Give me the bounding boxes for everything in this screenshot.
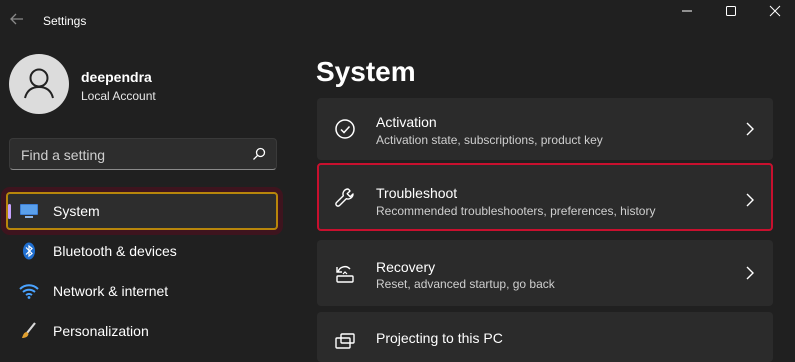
projector-icon	[335, 333, 355, 349]
back-button[interactable]	[9, 11, 25, 27]
recovery-icon	[336, 266, 354, 283]
chevron-right-icon	[746, 193, 754, 207]
sidebar-item-label: Network & internet	[53, 283, 169, 299]
sidebar-item-personalization[interactable]: Personalization	[6, 312, 278, 350]
arrow-left-icon	[10, 13, 23, 25]
close-button[interactable]	[755, 4, 795, 22]
avatar[interactable]	[9, 54, 69, 114]
chevron-right-icon	[746, 122, 754, 136]
wrench-icon	[335, 188, 354, 207]
chevron-right-icon	[746, 266, 754, 280]
search-placeholder: Find a setting	[21, 147, 106, 163]
recovery-card[interactable]: Recovery Reset, advanced startup, go bac…	[317, 240, 773, 306]
account-type: Local Account	[81, 89, 156, 103]
sidebar-item-label: System	[53, 203, 100, 219]
maximize-button[interactable]	[711, 4, 751, 22]
sidebar-item-network[interactable]: Network & internet	[6, 272, 278, 310]
search-input[interactable]: Find a setting	[9, 138, 277, 170]
monitor-icon	[20, 204, 38, 218]
sidebar-item-system[interactable]: System	[6, 192, 278, 230]
active-indicator	[8, 204, 11, 219]
brush-icon	[22, 322, 36, 338]
bluetooth-icon	[23, 242, 35, 260]
minimize-button[interactable]	[667, 4, 707, 22]
card-title: Recovery	[376, 259, 436, 275]
sidebar-item-label: Personalization	[53, 323, 149, 339]
minimize-icon	[682, 10, 692, 12]
maximize-icon	[726, 6, 736, 16]
page-title: System	[316, 56, 416, 87]
card-title: Projecting to this PC	[376, 330, 503, 346]
search-icon	[253, 147, 266, 160]
troubleshoot-card[interactable]: Troubleshoot Recommended troubleshooters…	[317, 163, 773, 231]
sidebar-item-label: Bluetooth & devices	[53, 243, 177, 259]
projecting-card[interactable]: Projecting to this PC	[317, 312, 773, 362]
card-subtitle: Recommended troubleshooters, preferences…	[376, 204, 656, 218]
check-circle-icon	[335, 119, 355, 139]
activation-card[interactable]: Activation Activation state, subscriptio…	[317, 98, 773, 160]
window-title: Settings	[43, 14, 87, 28]
card-subtitle: Reset, advanced startup, go back	[376, 277, 555, 291]
sidebar-item-bluetooth[interactable]: Bluetooth & devices	[6, 232, 278, 270]
wifi-icon	[19, 284, 39, 299]
card-subtitle: Activation state, subscriptions, product…	[376, 133, 603, 147]
card-title: Activation	[376, 114, 437, 130]
card-title: Troubleshoot	[376, 185, 458, 201]
close-icon	[769, 5, 781, 17]
user-icon	[24, 68, 54, 99]
account-name: deependra	[81, 69, 152, 85]
